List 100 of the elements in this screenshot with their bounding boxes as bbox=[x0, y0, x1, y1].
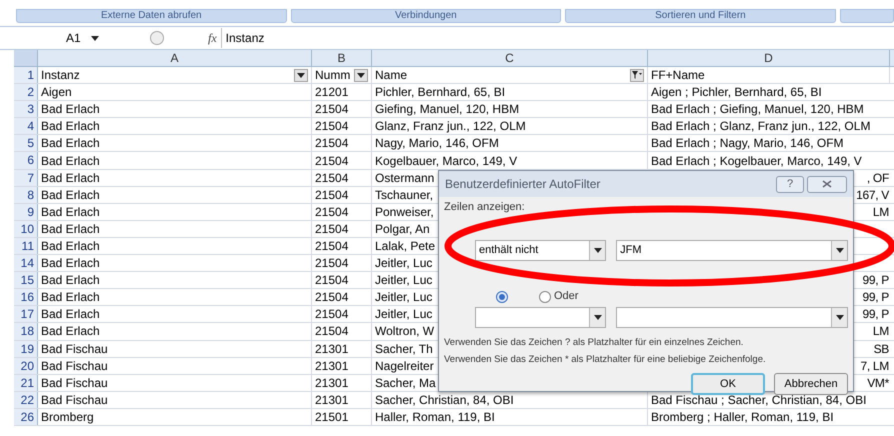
ribbon-group-label: Externe Daten abrufen bbox=[16, 9, 287, 23]
row-number: 16 bbox=[14, 289, 38, 306]
dropdown-field[interactable]: enthält nicht bbox=[475, 240, 606, 260]
table-cell: SB bbox=[874, 340, 889, 357]
row-number: 21 bbox=[14, 374, 38, 391]
cancel-button[interactable]: Abbrechen bbox=[774, 373, 848, 395]
table-cell: Pichler, Bernhard, 65, BI bbox=[375, 84, 506, 100]
ribbon-group-label: Sortieren und Filtern bbox=[565, 9, 836, 23]
hint-text: Verwenden Sie das Zeichen * als Platzhalter für eine beliebige Zeichenfolge. bbox=[444, 352, 767, 367]
table-cell-text: Bad Erlach ; Kogelbauer, Marco, 149, V bbox=[651, 152, 862, 169]
table-cell: Sacher, Christian, 84, OBI bbox=[375, 392, 514, 408]
row-number: 9 bbox=[14, 204, 38, 220]
row-number: 5 bbox=[14, 135, 38, 152]
row-number: 3 bbox=[14, 101, 38, 118]
dropdown-caret-icon bbox=[297, 72, 305, 78]
function-button[interactable]: fx bbox=[204, 29, 221, 47]
table-cell: Sacher, Th bbox=[375, 340, 433, 357]
table-cell: Bad Erlach bbox=[41, 272, 100, 288]
column-header-label: Instanz bbox=[41, 67, 80, 84]
dropdown-caret-icon bbox=[594, 314, 602, 320]
table-cell: LM bbox=[872, 323, 889, 340]
table-cell: Bromberg ; Haller, Roman, 119, BI bbox=[651, 408, 834, 425]
row-number: 26 bbox=[14, 408, 38, 425]
table-cell: Bad Erlach bbox=[41, 306, 100, 322]
table-cell: Nagy, Mario, 146, OFM bbox=[375, 135, 499, 152]
help-button[interactable]: ? bbox=[776, 176, 804, 192]
table-cell: 21201 bbox=[315, 84, 348, 100]
table-cell: Bad Erlach bbox=[41, 135, 100, 152]
table-cell: 21504 bbox=[315, 204, 348, 220]
filter-button[interactable] bbox=[354, 68, 368, 82]
table-cell: Lalak, Pete bbox=[375, 238, 436, 254]
table-cell: Bad Erlach ; Giefing, Manuel, 120, HBM bbox=[651, 101, 864, 118]
table-cell: Bad Erlach bbox=[41, 204, 100, 220]
table-cell: 99, P bbox=[862, 272, 889, 288]
ok-button[interactable]: OK bbox=[691, 373, 765, 395]
column-letter[interactable]: C bbox=[505, 49, 514, 67]
table-cell: , OF bbox=[866, 170, 889, 186]
close-button[interactable] bbox=[807, 176, 847, 192]
table-cell-text: 21504 bbox=[315, 152, 348, 169]
row-number: 17 bbox=[14, 306, 38, 322]
dropdown-field[interactable] bbox=[475, 306, 606, 328]
table-cell: Bad Erlach bbox=[41, 323, 100, 340]
table-cell: Bad Erlach bbox=[41, 101, 100, 118]
table-cell: Aigen ; Pichler, Bernhard, 65, BI bbox=[651, 84, 822, 100]
filter-button[interactable] bbox=[294, 68, 308, 82]
dropdown-caret-icon bbox=[594, 248, 602, 252]
table-cell: Bad Erlach bbox=[41, 255, 100, 272]
table-cell: 21301 bbox=[315, 374, 348, 391]
filter-active-button[interactable] bbox=[630, 68, 644, 82]
table-cell: Jeitler, Luc bbox=[375, 306, 432, 322]
column-letter[interactable]: A bbox=[170, 49, 178, 67]
table-cell: 21301 bbox=[315, 358, 348, 374]
table-cell: Bad Fischau bbox=[41, 392, 108, 408]
column-letter[interactable]: D bbox=[764, 49, 773, 67]
table-cell: Bad Erlach ; Nagy, Mario, 146, OFM bbox=[651, 135, 844, 152]
radio-button[interactable] bbox=[496, 290, 508, 302]
table-cell: Bad Erlach bbox=[41, 289, 100, 306]
table-cell: Aigen bbox=[41, 84, 72, 100]
table-cell: Ostermann bbox=[375, 170, 434, 186]
row-number: 1 bbox=[14, 67, 38, 84]
table-cell-text: Bad Erlach bbox=[41, 152, 100, 169]
table-cell: Jeitler, Luc bbox=[375, 289, 432, 306]
dropdown-caret-icon bbox=[90, 36, 99, 40]
name-box[interactable]: A1 bbox=[0, 29, 150, 47]
close-icon bbox=[822, 180, 832, 188]
table-cell: Bad Fischau bbox=[41, 358, 108, 374]
table-cell: Bad Erlach bbox=[41, 170, 100, 186]
table-cell: 21504 bbox=[315, 272, 348, 288]
table-cell: Polgar, An bbox=[375, 220, 430, 237]
funnel-icon bbox=[632, 70, 642, 80]
table-cell: 21504 bbox=[315, 289, 348, 306]
table-cell: Giefing, Manuel, 120, HBM bbox=[375, 101, 520, 118]
row-number: 19 bbox=[14, 340, 38, 357]
table-cell: 21504 bbox=[315, 170, 348, 186]
row-number: 11 bbox=[14, 238, 38, 254]
row-number: 7 bbox=[14, 170, 38, 186]
dropdown-field[interactable]: JFM bbox=[616, 240, 848, 260]
dropdown-field[interactable] bbox=[616, 306, 848, 328]
dropdown-caret-icon bbox=[357, 72, 365, 78]
formula-field[interactable]: Instanz bbox=[220, 28, 894, 48]
table-cell: 21504 bbox=[315, 118, 348, 134]
table-cell: Sacher, Ma bbox=[375, 374, 436, 391]
row-number: 6 bbox=[14, 152, 38, 169]
dropdown-caret-icon bbox=[836, 314, 844, 320]
table-cell: 21504 bbox=[315, 220, 348, 237]
expand-knob-icon bbox=[150, 31, 164, 45]
row-number: 18 bbox=[14, 323, 38, 340]
table-cell: Nagelreiter bbox=[375, 358, 434, 374]
table-cell: Bad Erlach bbox=[41, 118, 100, 134]
table-cell: Haller, Roman, 119, BI bbox=[375, 408, 495, 425]
row-number: 8 bbox=[14, 186, 38, 203]
column-letter[interactable]: B bbox=[337, 49, 346, 67]
table-cell: Bad Erlach bbox=[41, 186, 100, 203]
dropdown-caret-icon bbox=[836, 248, 844, 252]
table-cell: 167, V bbox=[856, 186, 889, 203]
dialog-title: Benutzerdefinierter AutoFilter bbox=[445, 176, 602, 193]
ribbon-group-strip bbox=[840, 9, 894, 23]
table-cell: Ponweiser, bbox=[375, 204, 434, 220]
radio-button[interactable] bbox=[539, 290, 551, 302]
table-cell: Bad Fischau bbox=[41, 340, 108, 357]
